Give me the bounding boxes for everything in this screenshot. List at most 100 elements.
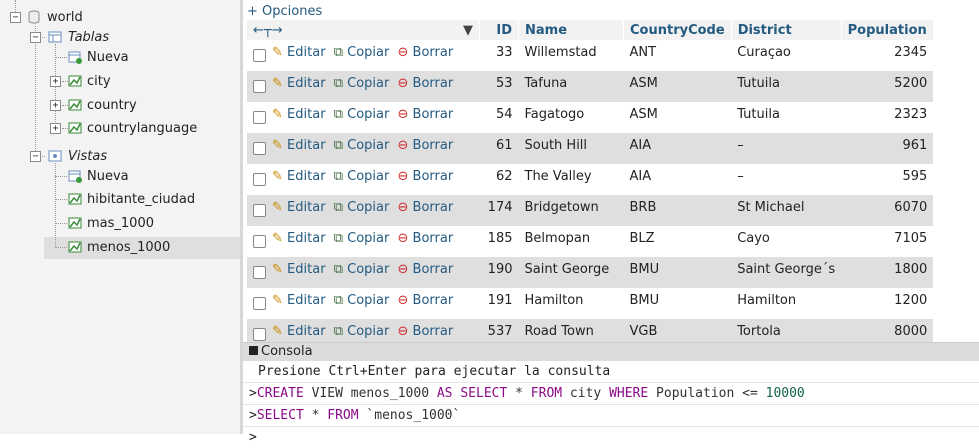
row-checkbox[interactable] [253, 49, 266, 62]
cell-district[interactable]: – [731, 133, 842, 164]
cell-countrycode[interactable]: AIA [623, 133, 732, 164]
cell-name[interactable]: South Hill [518, 133, 624, 164]
edit-link[interactable]: Editar [287, 45, 326, 60]
cell-district[interactable]: Tutuila [731, 71, 842, 102]
cell-countrycode[interactable]: AIA [623, 164, 732, 195]
delete-link[interactable]: Borrar [413, 107, 454, 122]
delete-link[interactable]: Borrar [413, 138, 454, 153]
expand-toggle-country[interactable]: + [50, 100, 61, 111]
column-header-population[interactable]: Population [841, 20, 934, 40]
row-checkbox[interactable] [253, 204, 266, 217]
copy-link[interactable]: Copiar [347, 293, 389, 308]
row-checkbox[interactable] [253, 297, 266, 310]
delete-link[interactable]: Borrar [413, 45, 454, 60]
new-view-link[interactable]: Nueva [87, 169, 129, 184]
row-checkbox[interactable] [253, 80, 266, 93]
cell-district[interactable]: St Michael [731, 195, 842, 226]
cell-population[interactable]: 1800 [841, 257, 934, 288]
column-width-arrows-icon[interactable]: ←┬→ [253, 23, 283, 38]
cell-name[interactable]: Willemstad [518, 40, 624, 71]
cell-district[interactable]: Hamilton [731, 288, 842, 319]
expand-toggle-city[interactable]: + [50, 76, 61, 87]
cell-countrycode[interactable]: VGB [623, 319, 732, 342]
cell-population[interactable]: 961 [841, 133, 934, 164]
tables-group-label[interactable]: Tablas [68, 30, 109, 45]
row-checkbox[interactable] [253, 266, 266, 279]
edit-link[interactable]: Editar [287, 169, 326, 184]
sort-triangle-icon[interactable]: ▼ [463, 23, 473, 38]
cell-id[interactable]: 191 [479, 288, 519, 319]
cell-name[interactable]: Saint George [518, 257, 624, 288]
column-header-name[interactable]: Name [518, 20, 624, 40]
cell-district[interactable]: Tortola [731, 319, 842, 342]
cell-district[interactable]: – [731, 164, 842, 195]
cell-id[interactable]: 61 [479, 133, 519, 164]
edit-link[interactable]: Editar [287, 138, 326, 153]
cell-name[interactable]: Tafuna [518, 71, 624, 102]
cell-id[interactable]: 190 [479, 257, 519, 288]
cell-countrycode[interactable]: BMU [623, 288, 732, 319]
edit-link[interactable]: Editar [287, 200, 326, 215]
table-city[interactable]: city [87, 74, 111, 89]
cell-population[interactable]: 2323 [841, 102, 934, 133]
new-table-link[interactable]: Nueva [87, 50, 129, 65]
cell-population[interactable]: 1200 [841, 288, 934, 319]
console-input[interactable]: > [243, 427, 979, 448]
cell-countrycode[interactable]: ANT [623, 40, 732, 71]
cell-name[interactable]: The Valley [518, 164, 624, 195]
edit-link[interactable]: Editar [287, 262, 326, 277]
row-checkbox[interactable] [253, 142, 266, 155]
cell-population[interactable]: 7105 [841, 226, 934, 257]
view-menos-1000[interactable]: menos_1000 [87, 240, 170, 255]
cell-population[interactable]: 8000 [841, 319, 934, 342]
cell-district[interactable]: Tutuila [731, 102, 842, 133]
expand-toggle-countrylanguage[interactable]: + [50, 123, 61, 134]
cell-population[interactable]: 6070 [841, 195, 934, 226]
delete-link[interactable]: Borrar [413, 169, 454, 184]
edit-link[interactable]: Editar [287, 324, 326, 339]
delete-link[interactable]: Borrar [413, 293, 454, 308]
options-link[interactable]: + Opciones [247, 4, 322, 19]
delete-link[interactable]: Borrar [413, 262, 454, 277]
copy-link[interactable]: Copiar [347, 107, 389, 122]
cell-district[interactable]: Cayo [731, 226, 842, 257]
cell-name[interactable]: Bridgetown [518, 195, 624, 226]
delete-link[interactable]: Borrar [413, 231, 454, 246]
view-mas-1000[interactable]: mas_1000 [87, 216, 154, 231]
row-checkbox[interactable] [253, 328, 266, 341]
cell-id[interactable]: 54 [479, 102, 519, 133]
cell-population[interactable]: 5200 [841, 71, 934, 102]
cell-name[interactable]: Belmopan [518, 226, 624, 257]
copy-link[interactable]: Copiar [347, 138, 389, 153]
column-header-id[interactable]: ID [479, 20, 519, 40]
cell-countrycode[interactable]: ASM [623, 102, 732, 133]
cell-id[interactable]: 537 [479, 319, 519, 342]
cell-district[interactable]: Saint George´s [731, 257, 842, 288]
collapse-toggle-tables[interactable]: − [30, 32, 41, 43]
edit-link[interactable]: Editar [287, 231, 326, 246]
copy-link[interactable]: Copiar [347, 45, 389, 60]
cell-name[interactable]: Hamilton [518, 288, 624, 319]
edit-link[interactable]: Editar [287, 293, 326, 308]
cell-population[interactable]: 595 [841, 164, 934, 195]
copy-link[interactable]: Copiar [347, 200, 389, 215]
view-hibitante-ciudad[interactable]: hibitante_ciudad [87, 192, 195, 207]
edit-link[interactable]: Editar [287, 107, 326, 122]
cell-population[interactable]: 2345 [841, 40, 934, 71]
column-header-district[interactable]: District [731, 20, 842, 40]
cell-countrycode[interactable]: BLZ [623, 226, 732, 257]
cell-district[interactable]: Curaçao [731, 40, 842, 71]
console-toggle-bar[interactable]: Consola [243, 342, 979, 361]
collapse-toggle-views[interactable]: − [30, 151, 41, 162]
row-checkbox[interactable] [253, 173, 266, 186]
cell-id[interactable]: 62 [479, 164, 519, 195]
edit-link[interactable]: Editar [287, 76, 326, 91]
cell-countrycode[interactable]: ASM [623, 71, 732, 102]
delete-link[interactable]: Borrar [413, 76, 454, 91]
console-query-1[interactable]: >CREATE VIEW menos_1000 AS SELECT * FROM… [243, 383, 979, 405]
cell-id[interactable]: 185 [479, 226, 519, 257]
delete-link[interactable]: Borrar [413, 324, 454, 339]
console-query-2[interactable]: >SELECT * FROM `menos_1000` [243, 405, 979, 427]
row-checkbox[interactable] [253, 111, 266, 124]
cell-id[interactable]: 174 [479, 195, 519, 226]
